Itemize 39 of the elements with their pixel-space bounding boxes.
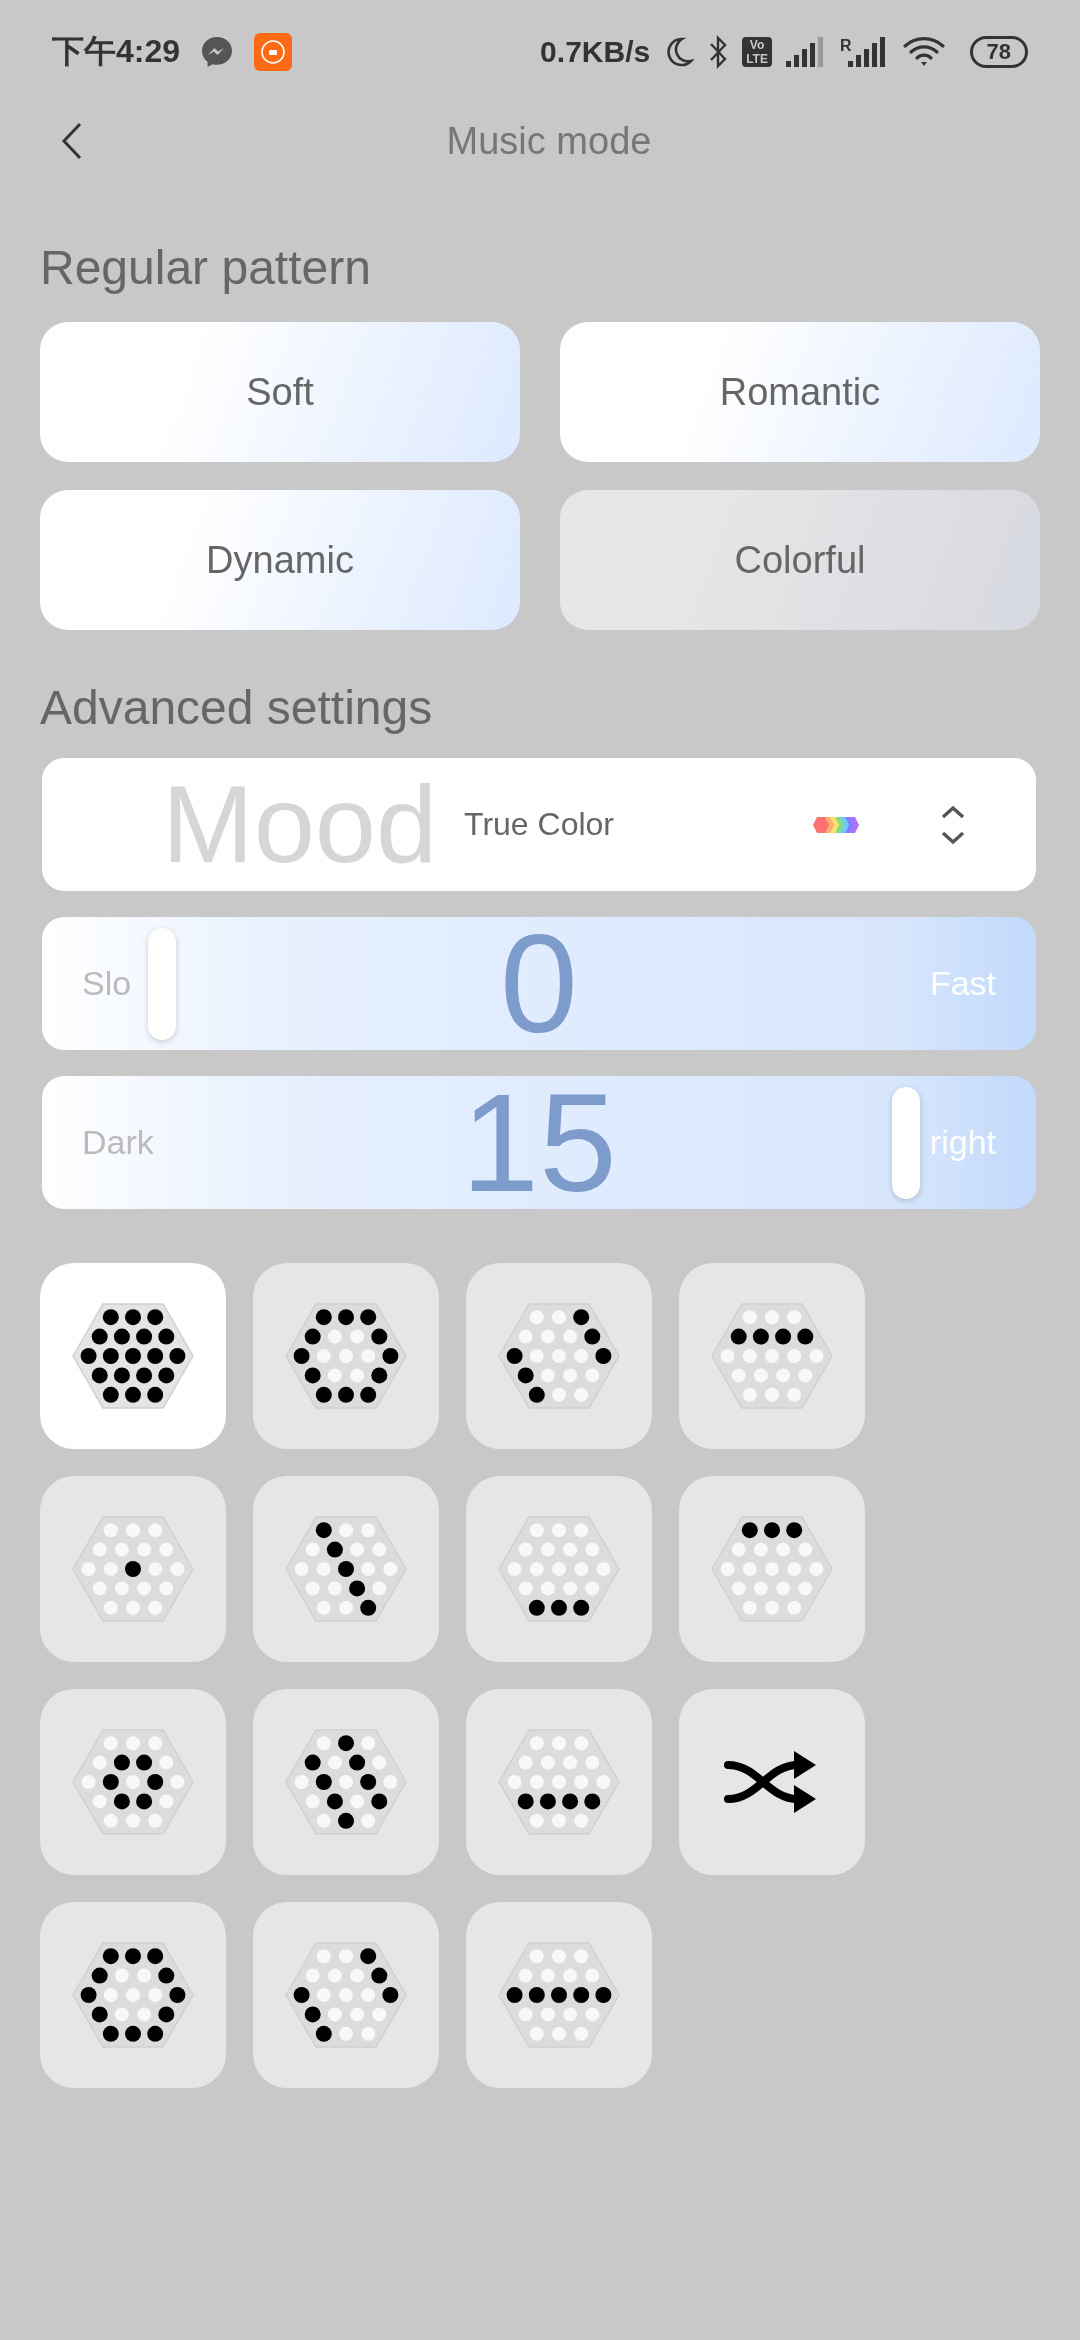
pattern-option-button[interactable]: Colorful	[560, 490, 1040, 630]
signal-icon	[785, 37, 826, 67]
pattern-tile[interactable]	[679, 1689, 865, 1875]
pattern-tile[interactable]	[466, 1902, 652, 2088]
moon-icon	[664, 36, 695, 68]
pattern-tile[interactable]	[253, 1689, 439, 1875]
pattern-option-button[interactable]: Dynamic	[40, 490, 520, 630]
bluetooth-icon	[708, 35, 729, 69]
pattern-tile[interactable]	[679, 1263, 865, 1449]
volte-badge: Vo LTE	[742, 37, 772, 67]
slider-min-label: Dark	[82, 1123, 154, 1162]
roaming-label: R	[839, 37, 852, 55]
battery-indicator: 78	[969, 36, 1028, 68]
pattern-tile[interactable]	[679, 1476, 865, 1662]
pattern-tile[interactable]	[253, 1476, 439, 1662]
chat-bubble-icon	[200, 35, 235, 69]
slider-min-label: Slo	[82, 964, 132, 1003]
pattern-tile[interactable]	[466, 1689, 652, 1875]
status-time: 下午4:29	[52, 32, 181, 71]
pattern-tile[interactable]	[40, 1689, 226, 1875]
page-title: Music mode	[445, 119, 653, 163]
pattern-tile[interactable]	[40, 1263, 226, 1449]
slider-thumb[interactable]	[892, 1087, 921, 1199]
section-heading: Regular pattern	[40, 240, 372, 296]
slider-value: 0	[500, 917, 578, 1050]
pattern-option-button[interactable]: Romantic	[560, 322, 1040, 462]
pattern-option-button[interactable]: Soft	[40, 322, 520, 462]
pattern-tile[interactable]	[466, 1263, 652, 1449]
slider-thumb[interactable]	[148, 928, 177, 1040]
pattern-tile[interactable]	[466, 1476, 652, 1662]
section-heading: Advanced settings	[40, 680, 434, 736]
pattern-tile[interactable]	[40, 1476, 226, 1662]
network-speed: 0.7KB/s	[540, 35, 651, 69]
slider-value: 15	[461, 1076, 617, 1209]
pattern-tile[interactable]	[40, 1902, 226, 2088]
pattern-tile[interactable]	[253, 1263, 439, 1449]
app-notification-icon	[254, 33, 293, 71]
mode-label: True Color	[464, 806, 614, 843]
pattern-tile[interactable]	[253, 1902, 439, 2088]
